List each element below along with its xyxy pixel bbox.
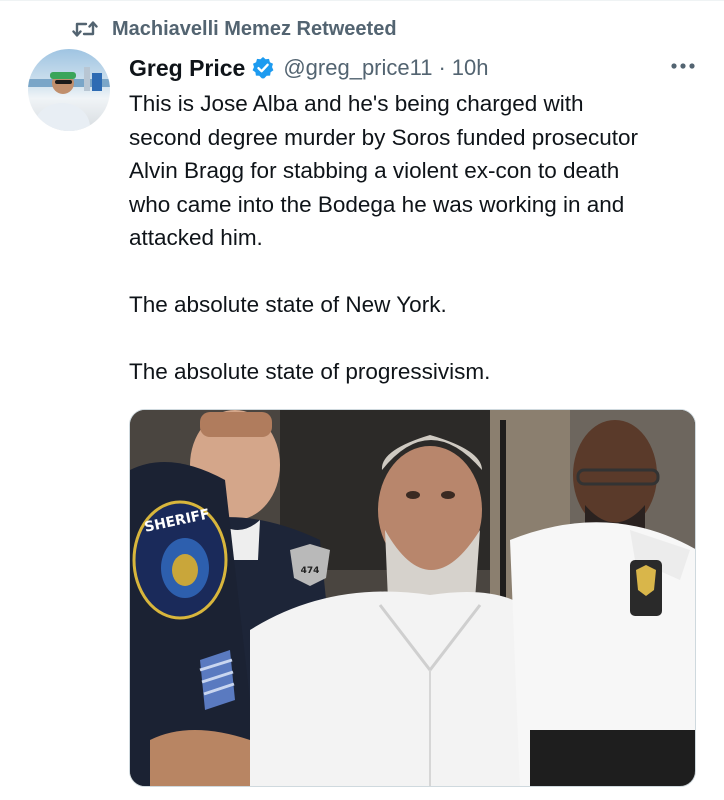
tweet-line: attacked him. xyxy=(129,225,263,250)
tweet-header: Greg Price @greg_price11 · 10h xyxy=(129,52,704,84)
author-handle[interactable]: @greg_price11 xyxy=(283,55,432,81)
tweet-line: second degree murder by Soros funded pro… xyxy=(129,124,639,150)
more-options-icon[interactable] xyxy=(670,58,696,76)
retweet-label[interactable]: Machiavelli Memez Retweeted xyxy=(112,18,397,41)
top-divider xyxy=(0,0,724,1)
retweet-context[interactable]: Machiavelli Memez Retweeted xyxy=(72,16,397,42)
separator: · xyxy=(438,55,446,80)
verified-badge-icon xyxy=(251,56,275,80)
tweet-paragraph: The absolute state of New York. xyxy=(129,292,447,317)
retweet-icon xyxy=(72,18,112,40)
tweet-paragraph: The absolute state of progressivism. xyxy=(129,359,491,384)
tweet-line: This is Jose Alba and he's being charged… xyxy=(129,91,584,116)
tweet-line: who came into the Bodega he was working … xyxy=(129,191,625,217)
sheriff-patch: SHERIFF xyxy=(132,500,228,620)
timestamp[interactable]: 10h xyxy=(452,55,489,81)
author-name[interactable]: Greg Price xyxy=(129,55,245,82)
officer-badge xyxy=(630,560,662,616)
shield-number: 474 xyxy=(301,566,320,576)
tweet-photo[interactable]: 474 SHERIFF xyxy=(129,409,696,787)
avatar[interactable] xyxy=(28,49,110,131)
tweet-line: Alvin Bragg for stabbing a violent ex-co… xyxy=(129,158,620,183)
tweet-text: This is Jose Alba and he's being charged… xyxy=(129,87,709,389)
